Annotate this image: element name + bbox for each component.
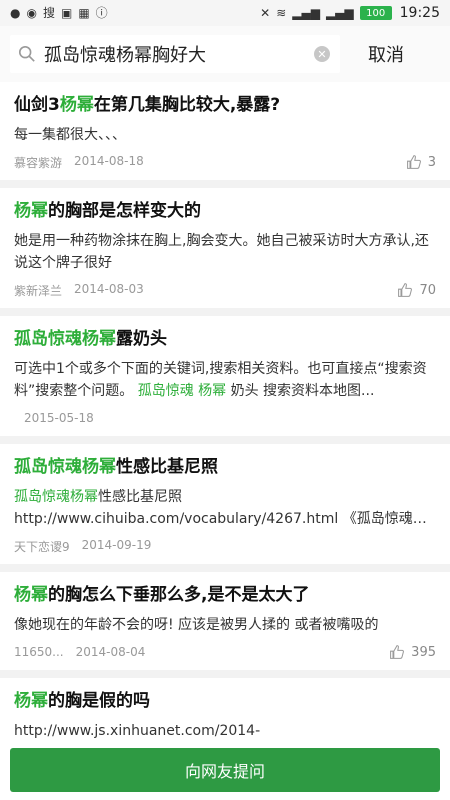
title-highlight: 杨幂 xyxy=(14,691,48,711)
signal-icon: ▂▄▆ xyxy=(292,6,320,20)
result-date: 2015-05-18 xyxy=(24,411,94,425)
result-card[interactable]: 杨幂的胸怎么下垂那么多,是不是太大了像她现在的年龄不会的呀! 应该是被男人揉的 … xyxy=(0,572,450,670)
result-snippet: 像她现在的年龄不会的呀! 应该是被男人揉的 或者被嘴吸的 xyxy=(14,614,436,636)
title-text: 的胸部是怎样变大的 xyxy=(48,201,201,221)
signal2-icon: ▂▄▆ xyxy=(325,6,354,20)
result-snippet: 孤岛惊魂杨幂性感比基尼照 http://www.cihuiba.com/voca… xyxy=(14,486,436,530)
result-meta: 2015-05-18 xyxy=(14,408,436,428)
title-text: 露奶头 xyxy=(116,329,167,349)
search-box[interactable]: ✕ xyxy=(10,35,340,73)
like-count: 3 xyxy=(427,154,436,170)
clear-icon[interactable]: ✕ xyxy=(314,46,330,62)
title-highlight: 杨幂 xyxy=(14,201,48,221)
meta-left: 11650... 2014-08-04 xyxy=(14,645,145,659)
meta-left: 天下恋谡9 2014-09-19 xyxy=(14,538,151,555)
result-meta: 天下恋谡9 2014-09-19 xyxy=(14,536,436,556)
title-text: 在第几集胸比较大,暴露? xyxy=(93,95,281,115)
result-card[interactable]: 杨幂的胸部是怎样变大的她是用一种药物涂抹在胸上,胸会变大。她自己被采访时大方承认… xyxy=(0,188,450,308)
battery-icon: 100 xyxy=(359,6,392,20)
result-title[interactable]: 仙剑3杨幂在第几集胸比较大,暴露? xyxy=(14,92,436,118)
result-date: 2014-08-03 xyxy=(74,281,144,296)
result-card[interactable]: 孤岛惊魂杨幂露奶头可选中1个或多个下面的关键词,搜索相关资料。也可直接点“搜索资… xyxy=(0,316,450,436)
result-snippet: 可选中1个或多个下面的关键词,搜索相关资料。也可直接点“搜索资料”搜索整个问题。… xyxy=(14,358,436,402)
alert-icon: ⓘ xyxy=(95,6,108,20)
result-title[interactable]: 杨幂的胸怎么下垂那么多,是不是太大了 xyxy=(14,582,436,608)
search-app-icon: 搜 xyxy=(42,6,55,20)
result-snippet: 她是用一种药物涂抹在胸上,胸会变大。她自己被采访时大方承认,还说这个牌子很好 xyxy=(14,230,436,274)
title-text: 的胸是假的吗 xyxy=(48,691,150,711)
snippet-text: 她是用一种药物涂抹在胸上,胸会变大。她自己被采访时大方承认,还说这个牌子很好 xyxy=(14,233,429,271)
weibo-icon: ◉ xyxy=(26,6,37,20)
snippet-text: 奶头 搜索资料本地图... xyxy=(226,383,375,399)
status-bar-right: ✕ ≋ ▂▄▆ ▂▄▆ 100 19:25 xyxy=(260,5,440,21)
search-input[interactable] xyxy=(44,40,314,68)
snippet-text: 像她现在的年龄不会的呀! 应该是被男人揉的 或者被嘴吸的 xyxy=(14,617,379,633)
status-time: 19:25 xyxy=(399,5,440,21)
result-title[interactable]: 孤岛惊魂杨幂性感比基尼照 xyxy=(14,454,436,480)
status-bar: ● ◉ 搜 ▣ ▦ ⓘ ✕ ≋ ▂▄▆ ▂▄▆ 100 19:25 xyxy=(0,0,450,26)
result-card[interactable]: 仙剑3杨幂在第几集胸比较大,暴露? 每一集都很大、、、 慕容紫游 2014-08-18… xyxy=(0,82,450,180)
title-highlight: 杨幂 xyxy=(14,585,48,605)
meta-left: 2015-05-18 xyxy=(14,411,94,425)
snippet-text: 每一集都很大、、、 xyxy=(14,127,126,143)
result-author: 天下恋谡9 xyxy=(14,539,70,554)
title-highlight: 杨幂 xyxy=(59,95,94,115)
title-highlight: 孤岛惊魂杨幂 xyxy=(14,329,116,349)
like-button[interactable]: 3 xyxy=(406,154,436,170)
thumbs-up-icon xyxy=(390,645,405,659)
result-meta: 紫新泽兰 2014-08-03 70 xyxy=(14,280,436,300)
thumbs-up-icon xyxy=(398,283,413,297)
notification-icon: ● xyxy=(10,6,21,20)
snippet-text: http://www.js.xinhuanet.com/2014-07/03/c… xyxy=(14,723,261,739)
meta-left: 紫新泽兰 2014-08-03 xyxy=(14,282,144,299)
results-list[interactable]: 仙剑3杨幂在第几集胸比较大,暴露? 每一集都很大、、、 慕容紫游 2014-08-18… xyxy=(0,82,450,740)
result-snippet: http://www.js.xinhuanet.com/2014-07/03/c… xyxy=(14,720,436,740)
ask-netizens-button[interactable]: 向网友提问 xyxy=(10,748,440,792)
result-card[interactable]: 孤岛惊魂杨幂性感比基尼照 孤岛惊魂杨幂性感比基尼照 http://www.cihu… xyxy=(0,444,450,564)
result-meta: 慕容紫游 2014-08-18 3 xyxy=(14,152,436,172)
thumbs-up-icon xyxy=(406,155,421,169)
result-author: 慕容紫游 xyxy=(14,155,63,170)
result-meta: 11650... 2014-08-04 395 xyxy=(14,642,436,662)
cancel-button[interactable]: 取消 xyxy=(362,40,410,68)
like-button[interactable]: 70 xyxy=(397,282,436,298)
result-date: 2014-08-04 xyxy=(75,645,146,659)
title-text: 仙剑3 xyxy=(14,95,60,115)
result-date: 2014-09-19 xyxy=(81,537,152,552)
result-card[interactable]: 杨幂的胸是假的吗 http://www.js.xinhuanet.com/2014… xyxy=(0,678,450,740)
image-icon: ▣ xyxy=(60,6,73,20)
result-title[interactable]: 杨幂的胸是假的吗 xyxy=(14,688,436,714)
like-count: 395 xyxy=(411,644,436,660)
wifi-icon: ≋ xyxy=(276,6,287,20)
result-author: 紫新泽兰 xyxy=(14,283,63,298)
status-bar-left: ● ◉ 搜 ▣ ▦ ⓘ xyxy=(10,7,108,19)
result-author: 11650... xyxy=(14,645,64,659)
result-snippet: 每一集都很大、、、 xyxy=(14,124,436,146)
snippet-highlight: 孤岛惊魂 杨幂 xyxy=(137,383,227,399)
result-title[interactable]: 杨幂的胸部是怎样变大的 xyxy=(14,198,436,224)
meta-left: 慕容紫游 2014-08-18 xyxy=(14,154,144,171)
bottom-bar: 向网友提问 xyxy=(0,740,450,800)
search-bar: ✕ 取消 xyxy=(0,26,450,83)
title-text: 的胸怎么下垂那么多,是不是太大了 xyxy=(48,585,310,605)
title-text: 性感比基尼照 xyxy=(116,457,218,477)
title-highlight: 孤岛惊魂杨幂 xyxy=(14,457,116,477)
snippet-highlight: 孤岛惊魂杨幂 xyxy=(14,489,98,505)
like-button[interactable]: 395 xyxy=(389,644,436,660)
mute-icon: ✕ xyxy=(260,6,271,20)
gallery-icon: ▦ xyxy=(78,6,90,20)
result-title[interactable]: 孤岛惊魂杨幂露奶头 xyxy=(14,326,436,352)
search-icon xyxy=(18,45,35,62)
like-count: 70 xyxy=(419,282,436,298)
result-date: 2014-08-18 xyxy=(74,153,144,168)
